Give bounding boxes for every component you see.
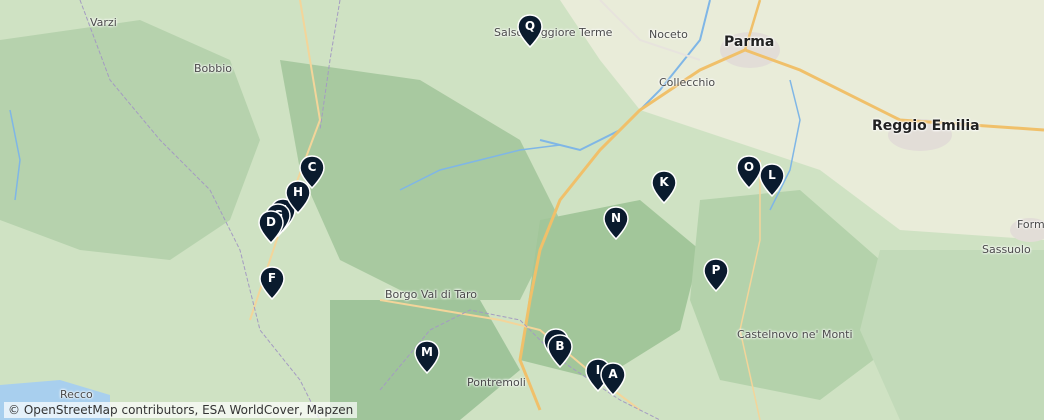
map-attribution[interactable]: © OpenStreetMap contributors, ESA WorldC… (4, 402, 358, 418)
map-marker-f[interactable]: F (259, 266, 285, 300)
map-marker-b[interactable]: B (547, 334, 573, 368)
map-marker-a[interactable]: A (600, 362, 626, 396)
map-marker-label: L (768, 168, 776, 182)
map-marker-d[interactable]: D (258, 210, 284, 244)
place-label-varzi: Varzi (90, 16, 117, 29)
map-marker-label: P (711, 263, 721, 277)
map-marker-label: B (555, 339, 565, 353)
place-label-bobbio: Bobbio (194, 62, 233, 75)
map-marker-m[interactable]: M (414, 340, 440, 374)
place-label-pontremoli: Pontremoli (467, 376, 526, 389)
place-label-salsomaggiore: Salsomaggiore Terme (494, 26, 613, 39)
map-marker-l[interactable]: L (759, 163, 785, 197)
place-label-parma: Parma (724, 34, 775, 50)
place-label-form: Form (1017, 218, 1044, 231)
map-marker-n[interactable]: N (603, 206, 629, 240)
map-marker-label: C (307, 160, 317, 174)
attribution-text: © OpenStreetMap contributors, ESA WorldC… (8, 403, 354, 417)
map-marker-label: N (610, 211, 622, 225)
place-label-collecchio: Collecchio (659, 76, 716, 89)
map-canvas[interactable]: Varzi Bobbio Salsomaggiore Terme Noceto … (0, 0, 1044, 420)
place-label-castelnovo: Castelnovo ne' Monti (737, 328, 853, 341)
map-marker-label: H (292, 185, 304, 199)
map-base-layer (0, 0, 1044, 420)
place-label-borgo-val-di-taro: Borgo Val di Taro (385, 288, 477, 301)
place-label-recco: Recco (60, 388, 93, 401)
place-label-sassuolo: Sassuolo (982, 243, 1031, 256)
map-marker-label: K (659, 175, 669, 189)
map-marker-label: F (267, 271, 277, 285)
map-marker-label: Q (524, 19, 536, 33)
place-label-reggio-emilia: Reggio Emilia (872, 118, 980, 134)
map-marker-h[interactable]: H (285, 180, 311, 214)
map-marker-k[interactable]: K (651, 170, 677, 204)
map-marker-label: M (421, 345, 433, 359)
map-marker-p[interactable]: P (703, 258, 729, 292)
place-label-noceto: Noceto (649, 28, 688, 41)
map-marker-label: A (608, 367, 618, 381)
map-marker-label: D (266, 215, 276, 229)
map-marker-q[interactable]: Q (517, 14, 543, 48)
